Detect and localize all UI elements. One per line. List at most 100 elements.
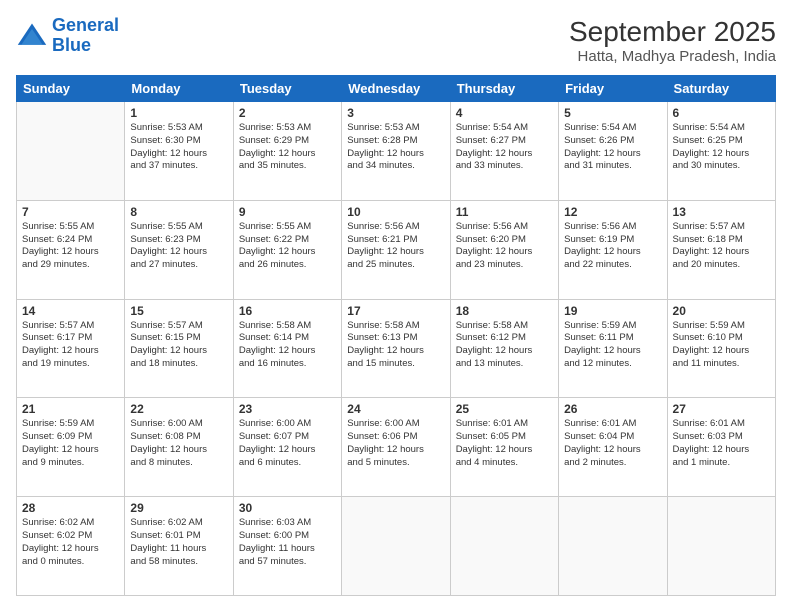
day-number: 1 <box>130 106 227 120</box>
calendar-cell <box>17 102 125 201</box>
day-number: 7 <box>22 205 119 219</box>
day-info: Sunrise: 5:54 AMSunset: 6:25 PMDaylight:… <box>673 122 770 173</box>
day-number: 10 <box>347 205 444 219</box>
col-sunday: Sunday <box>17 76 125 102</box>
day-info: Sunrise: 6:02 AMSunset: 6:02 PMDaylight:… <box>22 517 119 568</box>
day-info: Sunrise: 5:54 AMSunset: 6:26 PMDaylight:… <box>564 122 661 173</box>
calendar-cell: 28 Sunrise: 6:02 AMSunset: 6:02 PMDayligh… <box>17 497 125 596</box>
calendar-cell: 3 Sunrise: 5:53 AMSunset: 6:28 PMDaylight… <box>342 102 450 201</box>
calendar-cell: 23 Sunrise: 6:00 AMSunset: 6:07 PMDayligh… <box>233 398 341 497</box>
day-info: Sunrise: 5:58 AMSunset: 6:13 PMDaylight:… <box>347 320 444 371</box>
calendar-cell: 2 Sunrise: 5:53 AMSunset: 6:29 PMDaylight… <box>233 102 341 201</box>
day-info: Sunrise: 5:54 AMSunset: 6:27 PMDaylight:… <box>456 122 553 173</box>
calendar-week-5: 28 Sunrise: 6:02 AMSunset: 6:02 PMDayligh… <box>17 497 776 596</box>
day-info: Sunrise: 5:58 AMSunset: 6:12 PMDaylight:… <box>456 320 553 371</box>
calendar-cell: 30 Sunrise: 6:03 AMSunset: 6:00 PMDayligh… <box>233 497 341 596</box>
calendar-cell <box>450 497 558 596</box>
day-info: Sunrise: 5:55 AMSunset: 6:24 PMDaylight:… <box>22 221 119 272</box>
calendar-cell: 20Sunrise: 5:59 AMSunset: 6:10 PMDayligh… <box>667 299 775 398</box>
calendar-cell: 12Sunrise: 5:56 AMSunset: 6:19 PMDayligh… <box>559 200 667 299</box>
logo-line2: Blue <box>52 35 91 55</box>
col-wednesday: Wednesday <box>342 76 450 102</box>
day-number: 20 <box>673 304 770 318</box>
day-number: 2 <box>239 106 336 120</box>
calendar-cell: 21Sunrise: 5:59 AMSunset: 6:09 PMDayligh… <box>17 398 125 497</box>
day-info: Sunrise: 5:57 AMSunset: 6:18 PMDaylight:… <box>673 221 770 272</box>
day-info: Sunrise: 6:01 AMSunset: 6:03 PMDaylight:… <box>673 418 770 469</box>
col-tuesday: Tuesday <box>233 76 341 102</box>
calendar-cell: 14 Sunrise: 5:57 AMSunset: 6:17 PMDayligh… <box>17 299 125 398</box>
calendar-cell: 1 Sunrise: 5:53 AMSunset: 6:30 PMDaylight… <box>125 102 233 201</box>
calendar-week-4: 21Sunrise: 5:59 AMSunset: 6:09 PMDayligh… <box>17 398 776 497</box>
col-saturday: Saturday <box>667 76 775 102</box>
day-info: Sunrise: 6:00 AMSunset: 6:08 PMDaylight:… <box>130 418 227 469</box>
day-info: Sunrise: 5:53 AMSunset: 6:29 PMDaylight:… <box>239 122 336 173</box>
logo: General Blue <box>16 16 119 56</box>
day-info: Sunrise: 5:56 AMSunset: 6:19 PMDaylight:… <box>564 221 661 272</box>
main-title: September 2025 <box>569 16 776 48</box>
calendar-cell: 8Sunrise: 5:55 AMSunset: 6:23 PMDaylight… <box>125 200 233 299</box>
day-number: 9 <box>239 205 336 219</box>
calendar-cell: 22Sunrise: 6:00 AMSunset: 6:08 PMDayligh… <box>125 398 233 497</box>
day-number: 23 <box>239 402 336 416</box>
day-number: 18 <box>456 304 553 318</box>
day-number: 16 <box>239 304 336 318</box>
day-number: 29 <box>130 501 227 515</box>
day-info: Sunrise: 6:00 AMSunset: 6:06 PMDaylight:… <box>347 418 444 469</box>
col-friday: Friday <box>559 76 667 102</box>
calendar-cell: 27 Sunrise: 6:01 AMSunset: 6:03 PMDayligh… <box>667 398 775 497</box>
calendar-cell: 29 Sunrise: 6:02 AMSunset: 6:01 PMDayligh… <box>125 497 233 596</box>
day-number: 14 <box>22 304 119 318</box>
day-info: Sunrise: 6:00 AMSunset: 6:07 PMDaylight:… <box>239 418 336 469</box>
calendar-week-1: 1 Sunrise: 5:53 AMSunset: 6:30 PMDaylight… <box>17 102 776 201</box>
day-info: Sunrise: 5:56 AMSunset: 6:21 PMDaylight:… <box>347 221 444 272</box>
day-number: 27 <box>673 402 770 416</box>
day-info: Sunrise: 6:02 AMSunset: 6:01 PMDaylight:… <box>130 517 227 568</box>
calendar-cell: 6 Sunrise: 5:54 AMSunset: 6:25 PMDaylight… <box>667 102 775 201</box>
calendar-week-3: 14 Sunrise: 5:57 AMSunset: 6:17 PMDayligh… <box>17 299 776 398</box>
calendar-cell: 9 Sunrise: 5:55 AMSunset: 6:22 PMDaylight… <box>233 200 341 299</box>
calendar-cell: 13Sunrise: 5:57 AMSunset: 6:18 PMDayligh… <box>667 200 775 299</box>
day-number: 6 <box>673 106 770 120</box>
calendar-cell <box>667 497 775 596</box>
day-number: 5 <box>564 106 661 120</box>
day-info: Sunrise: 5:53 AMSunset: 6:28 PMDaylight:… <box>347 122 444 173</box>
calendar-cell: 17Sunrise: 5:58 AMSunset: 6:13 PMDayligh… <box>342 299 450 398</box>
col-thursday: Thursday <box>450 76 558 102</box>
day-info: Sunrise: 6:01 AMSunset: 6:04 PMDaylight:… <box>564 418 661 469</box>
calendar-cell: 24 Sunrise: 6:00 AMSunset: 6:06 PMDayligh… <box>342 398 450 497</box>
calendar-table: Sunday Monday Tuesday Wednesday Thursday… <box>16 75 776 596</box>
logo-line1: General <box>52 15 119 35</box>
day-info: Sunrise: 5:53 AMSunset: 6:30 PMDaylight:… <box>130 122 227 173</box>
day-number: 3 <box>347 106 444 120</box>
col-monday: Monday <box>125 76 233 102</box>
page: General Blue September 2025 Hatta, Madhy… <box>0 0 792 612</box>
logo-text: General Blue <box>52 16 119 56</box>
day-number: 30 <box>239 501 336 515</box>
logo-icon <box>16 20 48 52</box>
calendar-cell: 7 Sunrise: 5:55 AMSunset: 6:24 PMDaylight… <box>17 200 125 299</box>
header: General Blue September 2025 Hatta, Madhy… <box>16 16 776 65</box>
day-number: 11 <box>456 205 553 219</box>
calendar-cell: 19Sunrise: 5:59 AMSunset: 6:11 PMDayligh… <box>559 299 667 398</box>
day-info: Sunrise: 5:57 AMSunset: 6:17 PMDaylight:… <box>22 320 119 371</box>
day-number: 24 <box>347 402 444 416</box>
calendar-cell: 16 Sunrise: 5:58 AMSunset: 6:14 PMDayligh… <box>233 299 341 398</box>
calendar-cell: 26Sunrise: 6:01 AMSunset: 6:04 PMDayligh… <box>559 398 667 497</box>
calendar-cell: 4 Sunrise: 5:54 AMSunset: 6:27 PMDaylight… <box>450 102 558 201</box>
day-info: Sunrise: 6:03 AMSunset: 6:00 PMDaylight:… <box>239 517 336 568</box>
sub-title: Hatta, Madhya Pradesh, India <box>569 48 776 65</box>
title-block: September 2025 Hatta, Madhya Pradesh, In… <box>569 16 776 65</box>
calendar-cell: 25Sunrise: 6:01 AMSunset: 6:05 PMDayligh… <box>450 398 558 497</box>
day-number: 28 <box>22 501 119 515</box>
day-info: Sunrise: 5:58 AMSunset: 6:14 PMDaylight:… <box>239 320 336 371</box>
calendar-cell: 5 Sunrise: 5:54 AMSunset: 6:26 PMDaylight… <box>559 102 667 201</box>
day-info: Sunrise: 5:56 AMSunset: 6:20 PMDaylight:… <box>456 221 553 272</box>
day-info: Sunrise: 5:55 AMSunset: 6:22 PMDaylight:… <box>239 221 336 272</box>
day-number: 8 <box>130 205 227 219</box>
calendar-cell <box>342 497 450 596</box>
day-number: 15 <box>130 304 227 318</box>
calendar-cell: 11 Sunrise: 5:56 AMSunset: 6:20 PMDayligh… <box>450 200 558 299</box>
day-number: 4 <box>456 106 553 120</box>
day-number: 25 <box>456 402 553 416</box>
